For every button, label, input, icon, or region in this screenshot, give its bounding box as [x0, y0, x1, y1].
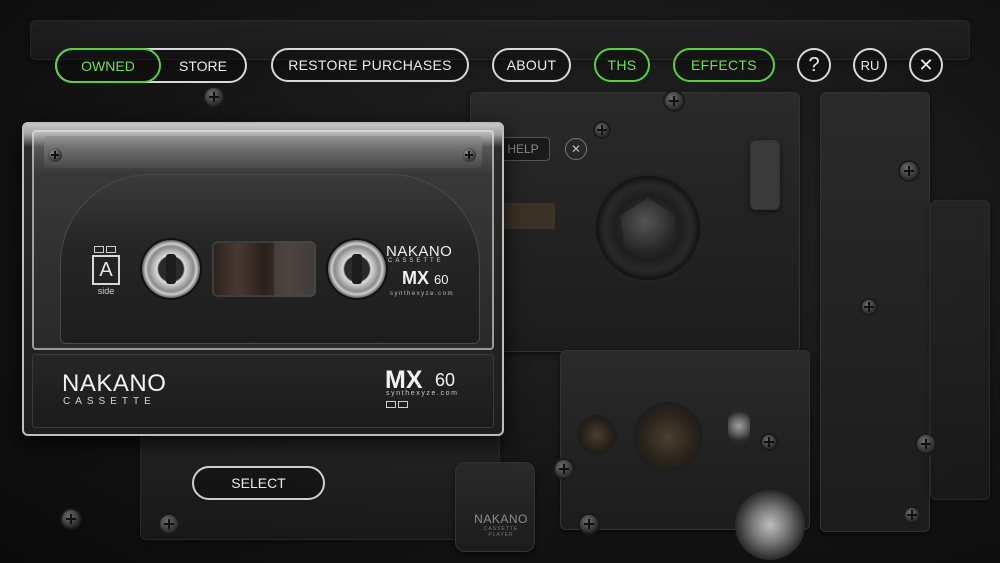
help-button[interactable]: HELP [496, 137, 550, 161]
effects-button[interactable]: EFFECTS [673, 48, 775, 82]
spine-brand: NAKANO [62, 370, 167, 397]
deck-sub: CASSETTE PLAYER [483, 526, 519, 538]
tab-owned[interactable]: OWNED [55, 48, 161, 83]
spine-brand-sub: CASSETTE [63, 396, 156, 407]
side-letter: A [92, 255, 120, 285]
ths-button[interactable]: THS [594, 48, 650, 82]
screw-icon [462, 148, 476, 162]
select-button[interactable]: SELECT [192, 466, 325, 500]
spine-url: synthexyze.com [386, 390, 459, 397]
close-icon[interactable]: ✕ [909, 48, 943, 82]
label-model-num: 60 [434, 272, 449, 287]
language-button[interactable]: RU [853, 48, 887, 82]
label-url: synthexyze.com [390, 291, 455, 297]
spine-model-num: 60 [435, 370, 456, 390]
right-reel [328, 240, 386, 298]
question-icon[interactable]: ? [797, 48, 831, 82]
about-button[interactable]: ABOUT [492, 48, 571, 82]
restore-purchases-button[interactable]: RESTORE PURCHASES [271, 48, 469, 82]
screw-icon [48, 148, 62, 162]
cassette-card[interactable]: A side NAKANO CASSETTE MX 60 synthexyze.… [22, 122, 504, 436]
deck-brand: NAKANO [474, 512, 528, 526]
dolby-icon [386, 401, 408, 408]
label-model: MX [402, 268, 429, 288]
owned-store-toggle: OWNED STORE [55, 48, 247, 83]
help-close-icon[interactable]: ✕ [565, 138, 587, 160]
tape-window [212, 241, 316, 297]
side-label: side [97, 286, 115, 296]
left-reel [142, 240, 200, 298]
tab-store[interactable]: STORE [161, 50, 245, 81]
dolby-icon [94, 246, 116, 253]
label-brand-sub: CASSETTE [388, 258, 444, 264]
